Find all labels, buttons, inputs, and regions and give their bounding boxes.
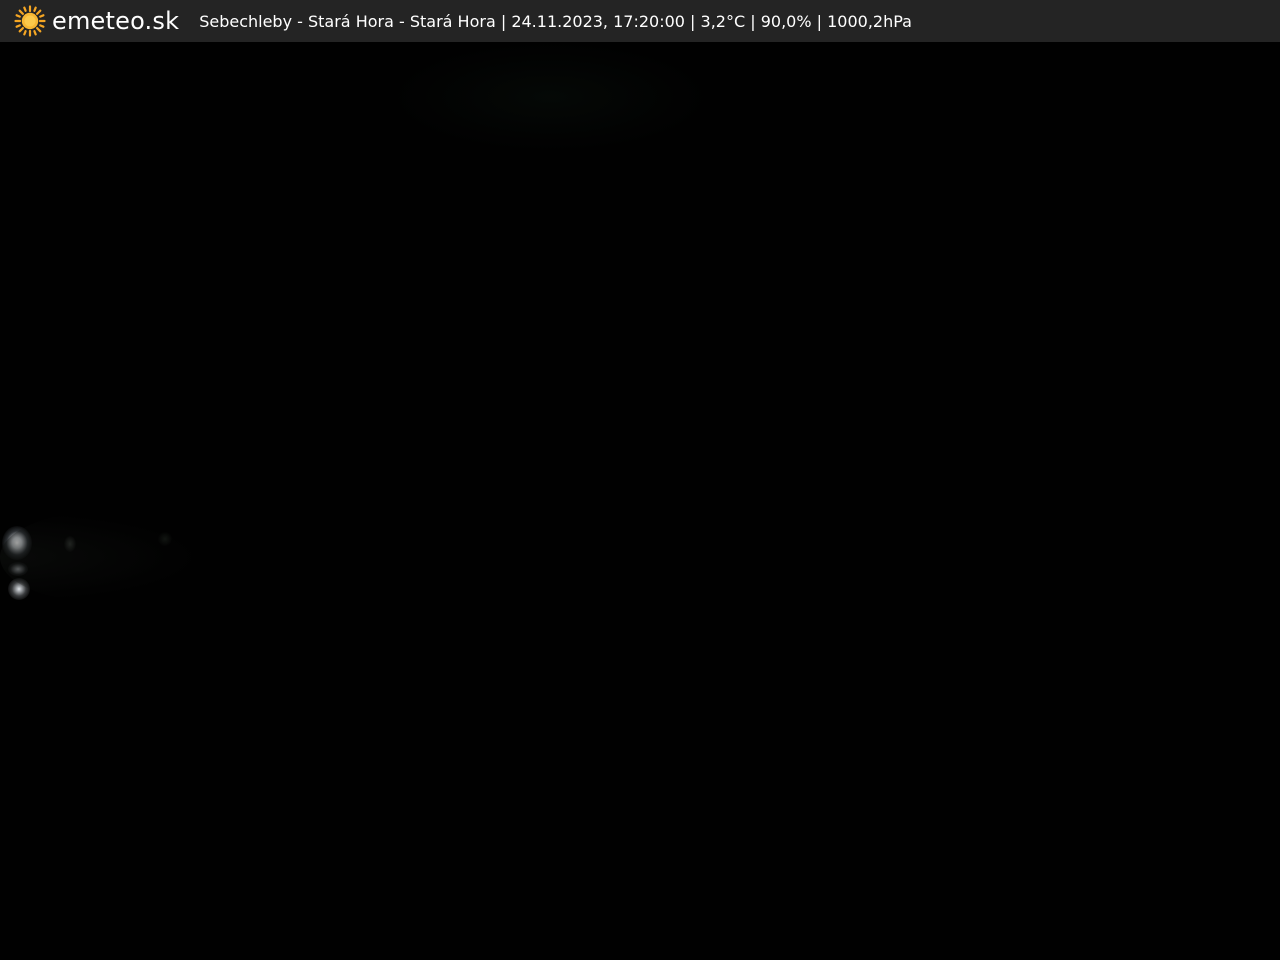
caption-location: Sebechleby - Stará Hora - Stará Hora [199,11,496,31]
sun-icon [14,5,46,37]
brand-logo: emeteo.sk [14,0,179,42]
station-caption: Sebechleby - Stará Hora - Stará Hora | 2… [199,11,912,31]
faint-horizon-glow [390,42,710,152]
caption-bar: emeteo.sk Sebechleby - Stará Hora - Star… [0,0,1280,42]
caption-pressure: 1000,2hPa [827,11,912,31]
caption-temperature: 3,2°C [700,11,746,31]
ground-haze [0,512,200,602]
brand-name: emeteo.sk [52,7,180,35]
webcam-image [0,42,1280,960]
webcam-frame: emeteo.sk Sebechleby - Stará Hora - Star… [0,0,1280,960]
caption-datetime: 24.11.2023, 17:20:00 [511,11,685,31]
caption-humidity: 90,0% [760,11,812,31]
